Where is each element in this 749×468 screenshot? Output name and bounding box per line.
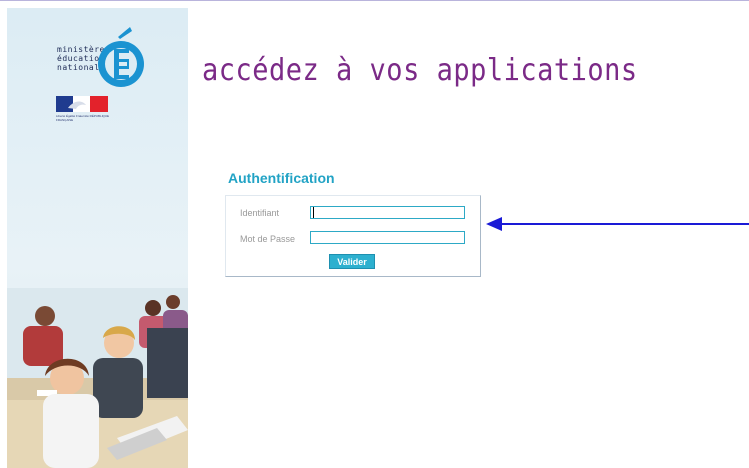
- valider-button[interactable]: Valider: [329, 254, 375, 269]
- identifiant-label: Identifiant: [240, 208, 280, 218]
- identifiant-input[interactable]: [310, 206, 465, 219]
- french-flag-logo-icon: [56, 96, 108, 112]
- classroom-photo: [7, 288, 188, 468]
- text-caret: [313, 207, 314, 218]
- ministry-e-logo-icon: [98, 27, 144, 87]
- flag-caption: Liberté Égalité Fraternité RÉPUBLIQUE FR…: [56, 114, 110, 122]
- password-label: Mot de Passe: [240, 234, 296, 244]
- password-input[interactable]: [310, 231, 465, 244]
- auth-title: Authentification: [228, 170, 335, 186]
- page-headline: accédez à vos applications: [202, 53, 638, 88]
- sidebar: ministère éducation nationale Liberté Ég…: [7, 8, 188, 468]
- annotation-arrow-icon: [486, 217, 749, 231]
- top-border: [0, 0, 749, 1]
